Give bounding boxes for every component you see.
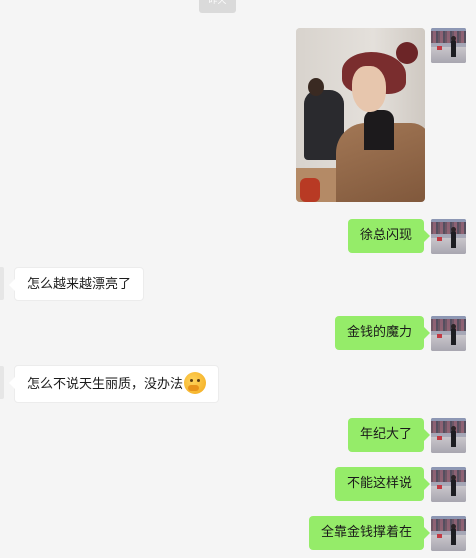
chat-history: 昨天 徐总闪现 怎么越来越漂亮了 金钱的魔力 怎么不说天生丽质，没办法 年纪大了… [0,0,476,558]
sender-avatar[interactable] [431,467,466,502]
thinking-face-emoji-icon [184,371,207,394]
contact-avatar[interactable] [0,366,4,399]
message-text: 怎么不说天生丽质，没办法 [27,377,184,392]
message-bubble-outgoing[interactable]: 金钱的魔力 [334,316,431,350]
sender-avatar[interactable] [431,418,466,453]
sender-avatar[interactable] [431,516,466,551]
message-bubble-outgoing[interactable]: 全靠金钱撑着在 [308,516,431,550]
message-bubble-incoming[interactable]: 怎么越来越漂亮了 [8,267,145,301]
contact-avatar[interactable] [0,267,4,300]
message-bubble-incoming[interactable]: 怎么不说天生丽质，没办法 [8,365,220,403]
image-message[interactable] [296,28,425,202]
message-bubble-outgoing[interactable]: 不能这样说 [334,467,431,501]
sender-avatar[interactable] [431,28,466,63]
timestamp-badge: 昨天 [199,0,236,13]
message-bubble-outgoing[interactable]: 徐总闪现 [347,219,431,253]
sender-avatar[interactable] [431,219,466,254]
sender-avatar[interactable] [431,316,466,351]
message-bubble-outgoing[interactable]: 年纪大了 [347,418,431,452]
